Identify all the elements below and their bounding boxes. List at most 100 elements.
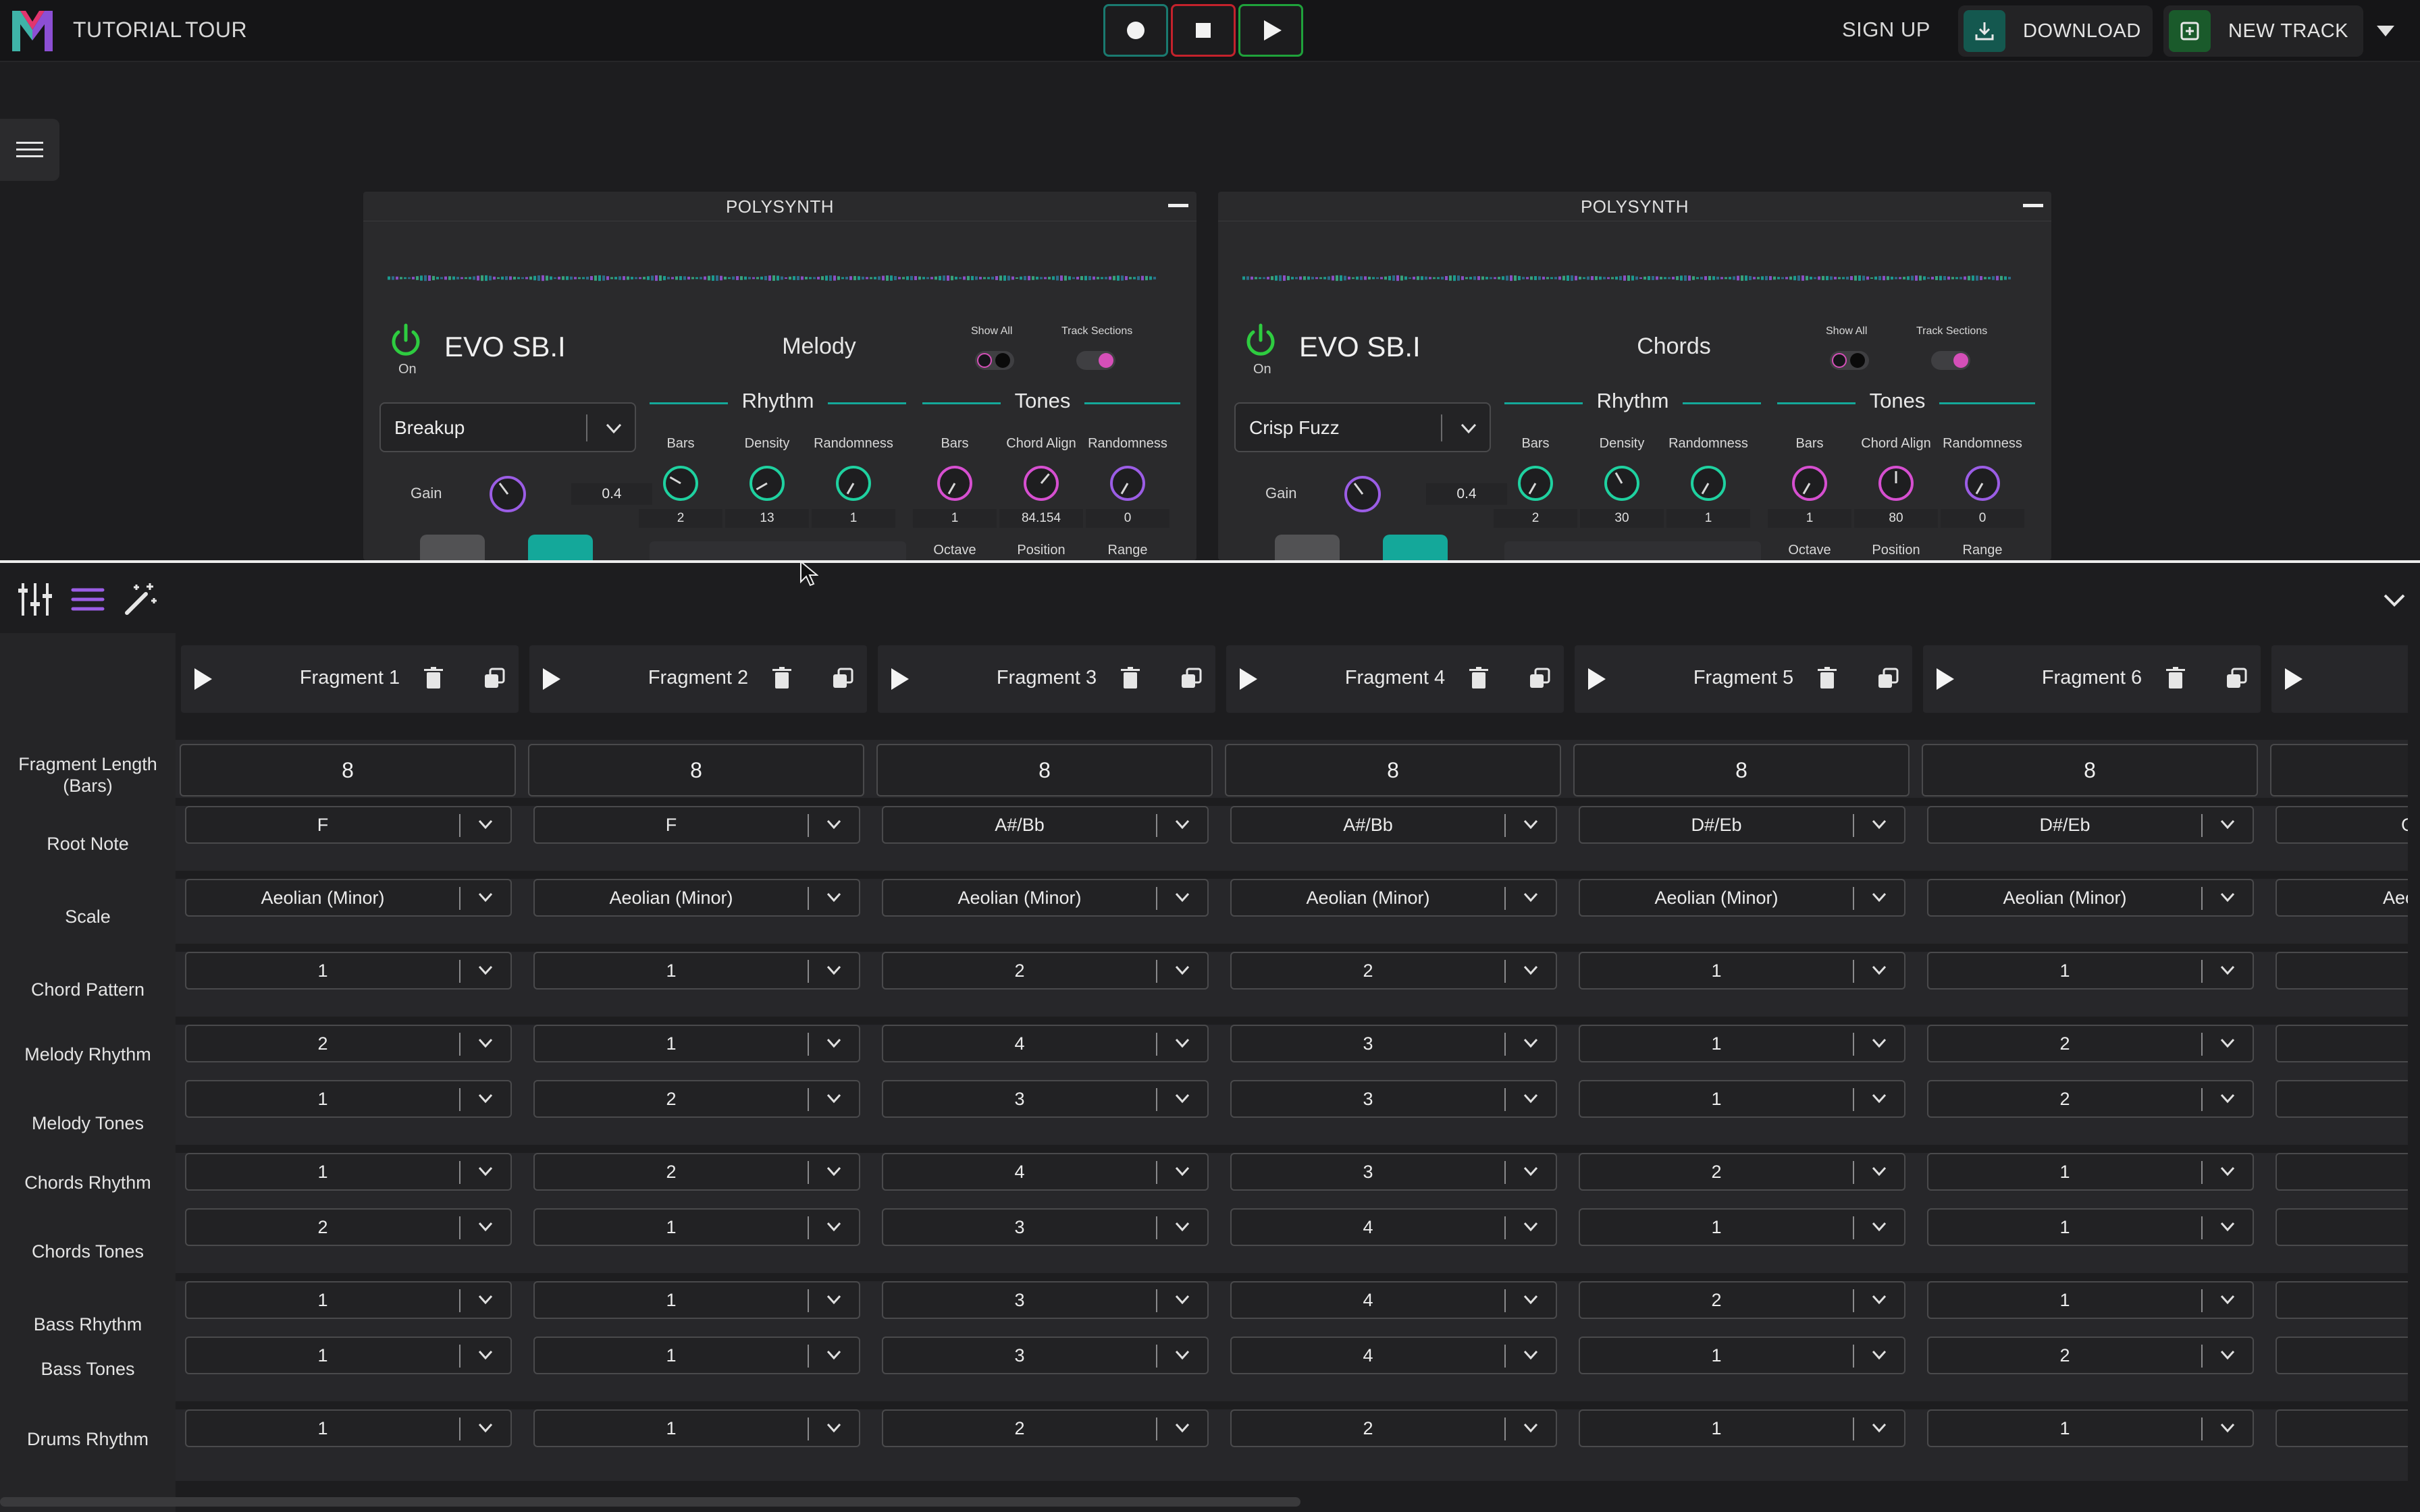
melody-tones-select[interactable]	[2276, 1080, 2408, 1118]
melody-tones-select[interactable]: 1	[1579, 1080, 1905, 1118]
duplicate-icon[interactable]	[1529, 668, 1550, 689]
parameter-knob[interactable]	[660, 463, 701, 504]
root-select[interactable]: D#/Eb	[1579, 806, 1905, 844]
bass-tones-select[interactable]: 4	[1230, 1336, 1557, 1374]
root-select[interactable]: G#	[2276, 806, 2408, 844]
track-sections-toggle[interactable]	[1931, 351, 1970, 370]
melody-rhythm-select[interactable]: 2	[185, 1025, 512, 1062]
gain-value[interactable]: 0.4	[1426, 483, 1507, 505]
root-select[interactable]: D#/Eb	[1927, 806, 2254, 844]
knob-value[interactable]: 2	[1494, 509, 1577, 528]
knob-value[interactable]: 84.154	[999, 509, 1083, 528]
mixer-icon[interactable]	[16, 580, 54, 618]
scale-select[interactable]: Aeolian (Minor)	[1230, 879, 1557, 917]
fragment-name[interactable]: Fragment 3	[878, 667, 1215, 689]
preset-select[interactable]: Breakup	[379, 402, 636, 452]
knob-value[interactable]: 1	[812, 509, 895, 528]
chord-pattern-select[interactable]	[2276, 952, 2408, 990]
sign-up-link[interactable]: SIGN UP	[1842, 18, 1930, 42]
duplicate-icon[interactable]	[2226, 668, 2247, 689]
parameter-knob[interactable]	[1107, 463, 1148, 504]
show-all-toggle[interactable]	[1830, 351, 1869, 370]
knob-value[interactable]: 30	[1580, 509, 1664, 528]
fragment-name[interactable]: Fragment 5	[1575, 667, 1912, 689]
chord-pattern-select[interactable]: 1	[1927, 952, 2254, 990]
knob-value[interactable]: 13	[725, 509, 809, 528]
tutorial-link[interactable]: TUTORIAL	[73, 18, 182, 43]
stop-button[interactable]	[1171, 4, 1236, 57]
minimize-icon[interactable]	[1168, 204, 1188, 207]
power-icon[interactable]	[388, 323, 424, 359]
fragment-name[interactable]: Fragment 6	[1923, 667, 2261, 689]
melody-tones-select[interactable]: 3	[1230, 1080, 1557, 1118]
bass-tones-select[interactable]: 1	[533, 1336, 860, 1374]
bass-tones-select[interactable]: 1	[1579, 1336, 1905, 1374]
preset-select[interactable]: Crisp Fuzz	[1234, 402, 1491, 452]
magic-wand-icon[interactable]	[122, 580, 159, 618]
scale-select[interactable]: Aeolian (Minor)	[1927, 879, 2254, 917]
knob-value[interactable]: 0	[1086, 509, 1169, 528]
fragment-name[interactable]: Fragment 2	[529, 667, 867, 689]
scale-select[interactable]: Aeolian	[2276, 879, 2408, 917]
duplicate-icon[interactable]	[1180, 668, 1202, 689]
gain-value[interactable]: 0.4	[571, 483, 652, 505]
chord-pattern-select[interactable]: 1	[185, 952, 512, 990]
bass-rhythm-select[interactable]: 2	[1579, 1281, 1905, 1319]
chords-rhythm-select[interactable]: 2	[533, 1153, 860, 1191]
chords-rhythm-select[interactable]: 2	[1579, 1153, 1905, 1191]
pitch-mode-button[interactable]	[420, 535, 485, 560]
root-select[interactable]: A#/Bb	[1230, 806, 1557, 844]
trash-icon[interactable]	[424, 667, 443, 690]
duplicate-icon[interactable]	[832, 668, 853, 689]
bass-tones-select[interactable]	[2276, 1336, 2408, 1374]
chords-rhythm-select[interactable]	[2276, 1153, 2408, 1191]
trash-icon[interactable]	[772, 667, 791, 690]
pitch-mode-button[interactable]	[1275, 535, 1340, 560]
melody-tones-select[interactable]: 2	[1927, 1080, 2254, 1118]
list-view-icon[interactable]	[69, 580, 107, 618]
melody-tones-select[interactable]: 2	[533, 1080, 860, 1118]
gain-knob[interactable]	[488, 474, 528, 514]
drums-rhythm-select[interactable]	[2276, 1409, 2408, 1447]
fragment-length-input[interactable]: 8	[1225, 744, 1561, 796]
knob-value[interactable]: 80	[1854, 509, 1938, 528]
fragment-name[interactable]: Fragm	[2271, 667, 2408, 689]
chords-rhythm-select[interactable]: 4	[882, 1153, 1209, 1191]
melody-tones-select[interactable]: 3	[882, 1080, 1209, 1118]
keyboard-mode-button[interactable]	[1383, 535, 1448, 560]
horizontal-scrollbar[interactable]	[0, 1497, 1300, 1507]
scale-select[interactable]: Aeolian (Minor)	[185, 879, 512, 917]
drums-rhythm-select[interactable]: 1	[185, 1409, 512, 1447]
melody-tones-select[interactable]: 1	[185, 1080, 512, 1118]
keyboard-mode-button[interactable]	[528, 535, 593, 560]
power-icon[interactable]	[1242, 323, 1279, 359]
parameter-knob[interactable]	[1876, 463, 1916, 504]
parameter-knob[interactable]	[747, 463, 787, 504]
chord-pattern-select[interactable]: 2	[1230, 952, 1557, 990]
trash-icon[interactable]	[2166, 667, 2185, 690]
parameter-knob[interactable]	[1021, 463, 1061, 504]
bass-rhythm-select[interactable]: 1	[185, 1281, 512, 1319]
bass-rhythm-select[interactable]: 1	[1927, 1281, 2254, 1319]
bass-rhythm-select[interactable]: 4	[1230, 1281, 1557, 1319]
play-button[interactable]	[1238, 4, 1303, 57]
chord-pattern-select[interactable]: 1	[533, 952, 860, 990]
chords-rhythm-select[interactable]: 3	[1230, 1153, 1557, 1191]
chords-tones-select[interactable]: 2	[185, 1208, 512, 1246]
gain-knob[interactable]	[1342, 474, 1383, 514]
parameter-knob[interactable]	[833, 463, 874, 504]
fragment-length-input[interactable]: 8	[528, 744, 864, 796]
knob-value[interactable]: 1	[1666, 509, 1750, 528]
parameter-knob[interactable]	[935, 463, 975, 504]
minimize-icon[interactable]	[2023, 204, 2043, 207]
root-select[interactable]: F	[185, 806, 512, 844]
fragment-length-input[interactable]	[2270, 744, 2408, 796]
track-sections-toggle[interactable]	[1076, 351, 1115, 370]
trash-icon[interactable]	[1818, 667, 1837, 690]
knob-value[interactable]: 1	[913, 509, 997, 528]
root-select[interactable]: F	[533, 806, 860, 844]
download-button[interactable]: DOWNLOAD	[1958, 5, 2153, 57]
bass-rhythm-select[interactable]: 3	[882, 1281, 1209, 1319]
chord-pattern-select[interactable]: 1	[1579, 952, 1905, 990]
bass-rhythm-select[interactable]: 1	[533, 1281, 860, 1319]
